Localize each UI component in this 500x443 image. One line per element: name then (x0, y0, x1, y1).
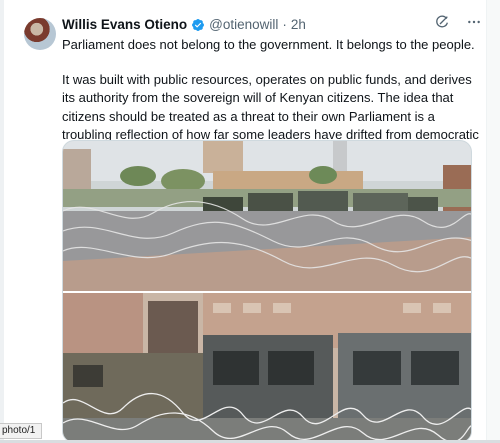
left-edge (0, 0, 4, 443)
handle[interactable]: @otienowill (209, 17, 278, 32)
photo-armored-vehicles-closeup[interactable] (63, 293, 472, 443)
timestamp[interactable]: 2h (291, 17, 306, 32)
grok-icon[interactable] (434, 14, 450, 30)
tweet-top-actions (434, 14, 482, 30)
browser-frame: Willis Evans Otieno @otienowill · 2h Par… (0, 0, 500, 443)
display-name[interactable]: Willis Evans Otieno (62, 17, 187, 32)
photo-armored-vehicles-razor-wire-street[interactable] (63, 141, 472, 291)
tweet-header: Willis Evans Otieno @otienowill · 2h (62, 17, 306, 32)
avatar[interactable] (24, 18, 56, 50)
scrollbar-track[interactable] (486, 0, 500, 443)
separator: · (282, 17, 287, 32)
status-bar-url: photo/1 (0, 423, 43, 439)
tweet-media[interactable] (62, 140, 472, 443)
tweet-paragraph: Parliament does not belong to the govern… (62, 37, 475, 52)
more-icon[interactable] (466, 14, 482, 30)
verified-badge-icon[interactable] (191, 18, 205, 32)
